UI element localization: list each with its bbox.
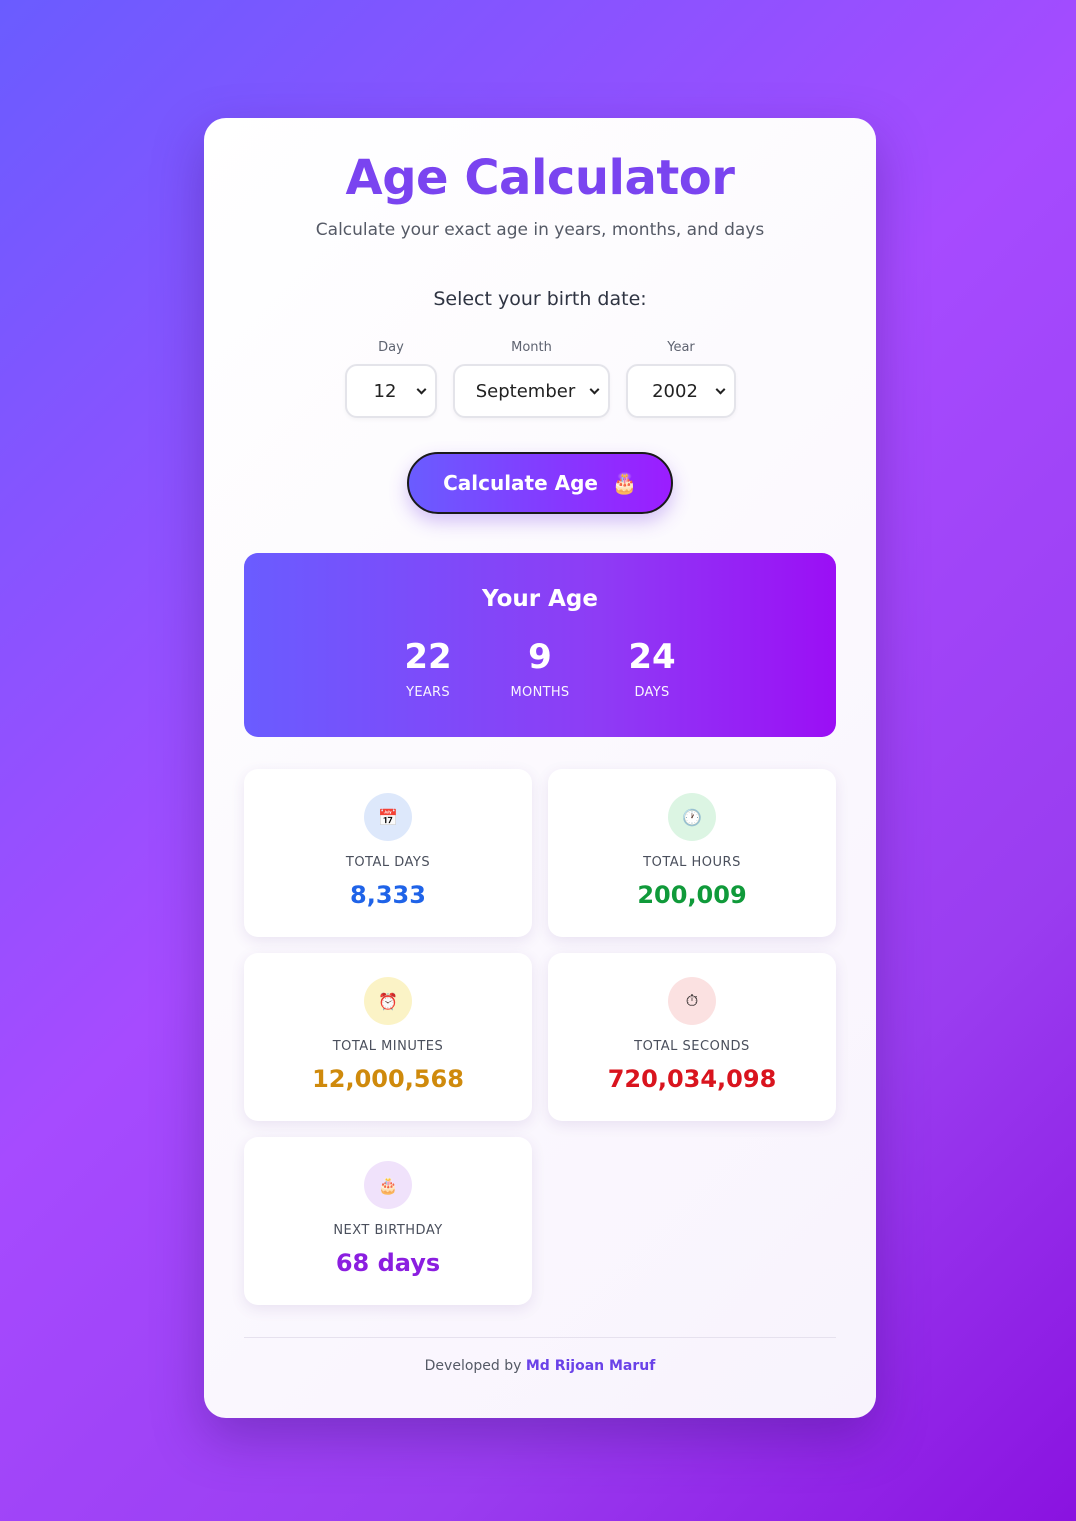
age-years-label: YEARS (406, 685, 450, 700)
stat-card-total-seconds: ⏱ TOTAL SECONDS 720,034,098 (548, 953, 836, 1121)
page-subtitle: Calculate your exact age in years, month… (315, 220, 765, 240)
day-field: Day 12 (345, 340, 437, 418)
birthday-cake-icon: 🎂 (364, 1161, 412, 1209)
stat-label: TOTAL MINUTES (332, 1039, 444, 1054)
stat-card-total-days: 📅 TOTAL DAYS 8,333 (244, 769, 532, 937)
stat-label: TOTAL DAYS (345, 855, 431, 870)
footer-author-link[interactable]: Md Rijoan Maruf (526, 1358, 655, 1374)
age-days-value: 24 (628, 637, 676, 677)
stat-card-total-minutes: ⏰ TOTAL MINUTES 12,000,568 (244, 953, 532, 1121)
age-days-label: DAYS (634, 685, 670, 700)
clock-icon: 🕐 (668, 793, 716, 841)
alarm-clock-icon: ⏰ (364, 977, 412, 1025)
calculate-age-button[interactable]: Calculate Age 🎂 (407, 452, 673, 514)
footer-divider (244, 1337, 836, 1338)
age-months-value: 9 (528, 637, 552, 677)
year-select-value: 2002 (652, 380, 698, 402)
year-select[interactable]: 2002 (626, 364, 736, 418)
calculator-card: Age Calculator Calculate your exact age … (204, 118, 876, 1418)
stat-card-total-hours: 🕐 TOTAL HOURS 200,009 (548, 769, 836, 937)
birth-date-heading: Select your birth date: (433, 288, 647, 310)
calculate-age-button-label: Calculate Age (443, 471, 598, 495)
stat-value: 720,034,098 (607, 1065, 777, 1093)
stat-label: TOTAL HOURS (643, 855, 741, 870)
day-label: Day (378, 340, 404, 355)
month-select[interactable]: September (453, 364, 610, 418)
page-title: Age Calculator (345, 150, 735, 206)
age-months-label: MONTHS (510, 685, 570, 700)
calendar-icon: 📅 (364, 793, 412, 841)
footer: Developed by Md Rijoan Maruf (204, 1358, 876, 1374)
stopwatch-icon: ⏱ (668, 977, 716, 1025)
day-select[interactable]: 12 (345, 364, 437, 418)
age-months: 9 MONTHS (485, 637, 595, 700)
year-field: Year 2002 (626, 340, 736, 418)
stat-value: 12,000,568 (312, 1065, 464, 1093)
chevron-down-icon (715, 384, 726, 395)
stat-value: 68 days (335, 1249, 441, 1277)
footer-prefix: Developed by (424, 1358, 522, 1374)
chevron-down-icon (589, 384, 600, 395)
year-label: Year (667, 340, 695, 355)
stat-card-next-birthday: 🎂 NEXT BIRTHDAY 68 days (244, 1137, 532, 1305)
month-select-value: September (475, 380, 576, 402)
age-years-value: 22 (404, 637, 452, 677)
stat-label: NEXT BIRTHDAY (333, 1223, 443, 1238)
stat-value: 200,009 (637, 881, 747, 909)
month-field: Month September (453, 340, 610, 418)
age-days: 24 DAYS (597, 637, 707, 700)
month-label: Month (511, 340, 552, 355)
day-select-value: 12 (373, 380, 397, 402)
birthday-cake-icon: 🎂 (612, 471, 637, 495)
age-result-panel: Your Age 22 YEARS 9 MONTHS 24 DAYS (244, 553, 836, 737)
stat-label: TOTAL SECONDS (634, 1039, 750, 1054)
chevron-down-icon (416, 384, 427, 395)
age-result-title: Your Age (482, 586, 598, 612)
age-years: 22 YEARS (373, 637, 483, 700)
stat-value: 8,333 (350, 881, 426, 909)
